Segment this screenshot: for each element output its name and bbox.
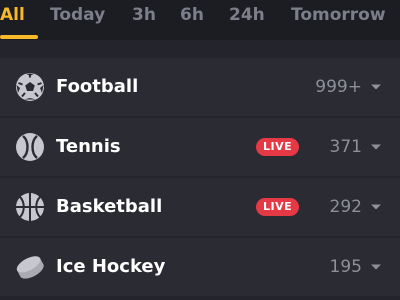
basketball-icon bbox=[14, 191, 46, 223]
tab-all[interactable]: All bbox=[0, 5, 25, 25]
tab-tomorrow[interactable]: Tomorrow bbox=[291, 5, 386, 25]
live-badge: LIVE bbox=[256, 198, 300, 216]
event-count: 999+ bbox=[315, 77, 362, 97]
event-count: 195 bbox=[329, 257, 362, 277]
sport-name: Football bbox=[56, 76, 139, 97]
tab-today[interactable]: Today bbox=[50, 5, 105, 25]
chevron-down-icon[interactable] bbox=[370, 81, 382, 93]
sport-name: Ice Hockey bbox=[56, 256, 166, 277]
live-badge: LIVE bbox=[256, 138, 300, 156]
chevron-down-icon[interactable] bbox=[370, 261, 382, 273]
chevron-down-icon[interactable] bbox=[370, 201, 382, 213]
chevron-down-icon[interactable] bbox=[370, 141, 382, 153]
time-filter-tabs: All Today 3h 6h 24h Tomorrow bbox=[0, 0, 400, 40]
football-icon bbox=[14, 71, 46, 103]
event-count: 371 bbox=[329, 137, 362, 157]
sport-name: Tennis bbox=[56, 136, 121, 157]
tennis-icon bbox=[14, 131, 46, 163]
sport-row-basketball[interactable]: Basketball LIVE 292 bbox=[0, 178, 400, 236]
tab-24h[interactable]: 24h bbox=[229, 5, 265, 25]
tab-3h[interactable]: 3h bbox=[132, 5, 156, 25]
hockey-puck-icon bbox=[14, 251, 46, 283]
sport-row-football[interactable]: Football 999+ bbox=[0, 58, 400, 116]
active-tab-indicator bbox=[0, 35, 38, 39]
tab-6h[interactable]: 6h bbox=[180, 5, 204, 25]
sport-row-tennis[interactable]: Tennis LIVE 371 bbox=[0, 118, 400, 176]
sport-name: Basketball bbox=[56, 196, 163, 217]
event-count: 292 bbox=[329, 197, 362, 217]
sport-row-ice-hockey[interactable]: Ice Hockey 195 bbox=[0, 238, 400, 296]
